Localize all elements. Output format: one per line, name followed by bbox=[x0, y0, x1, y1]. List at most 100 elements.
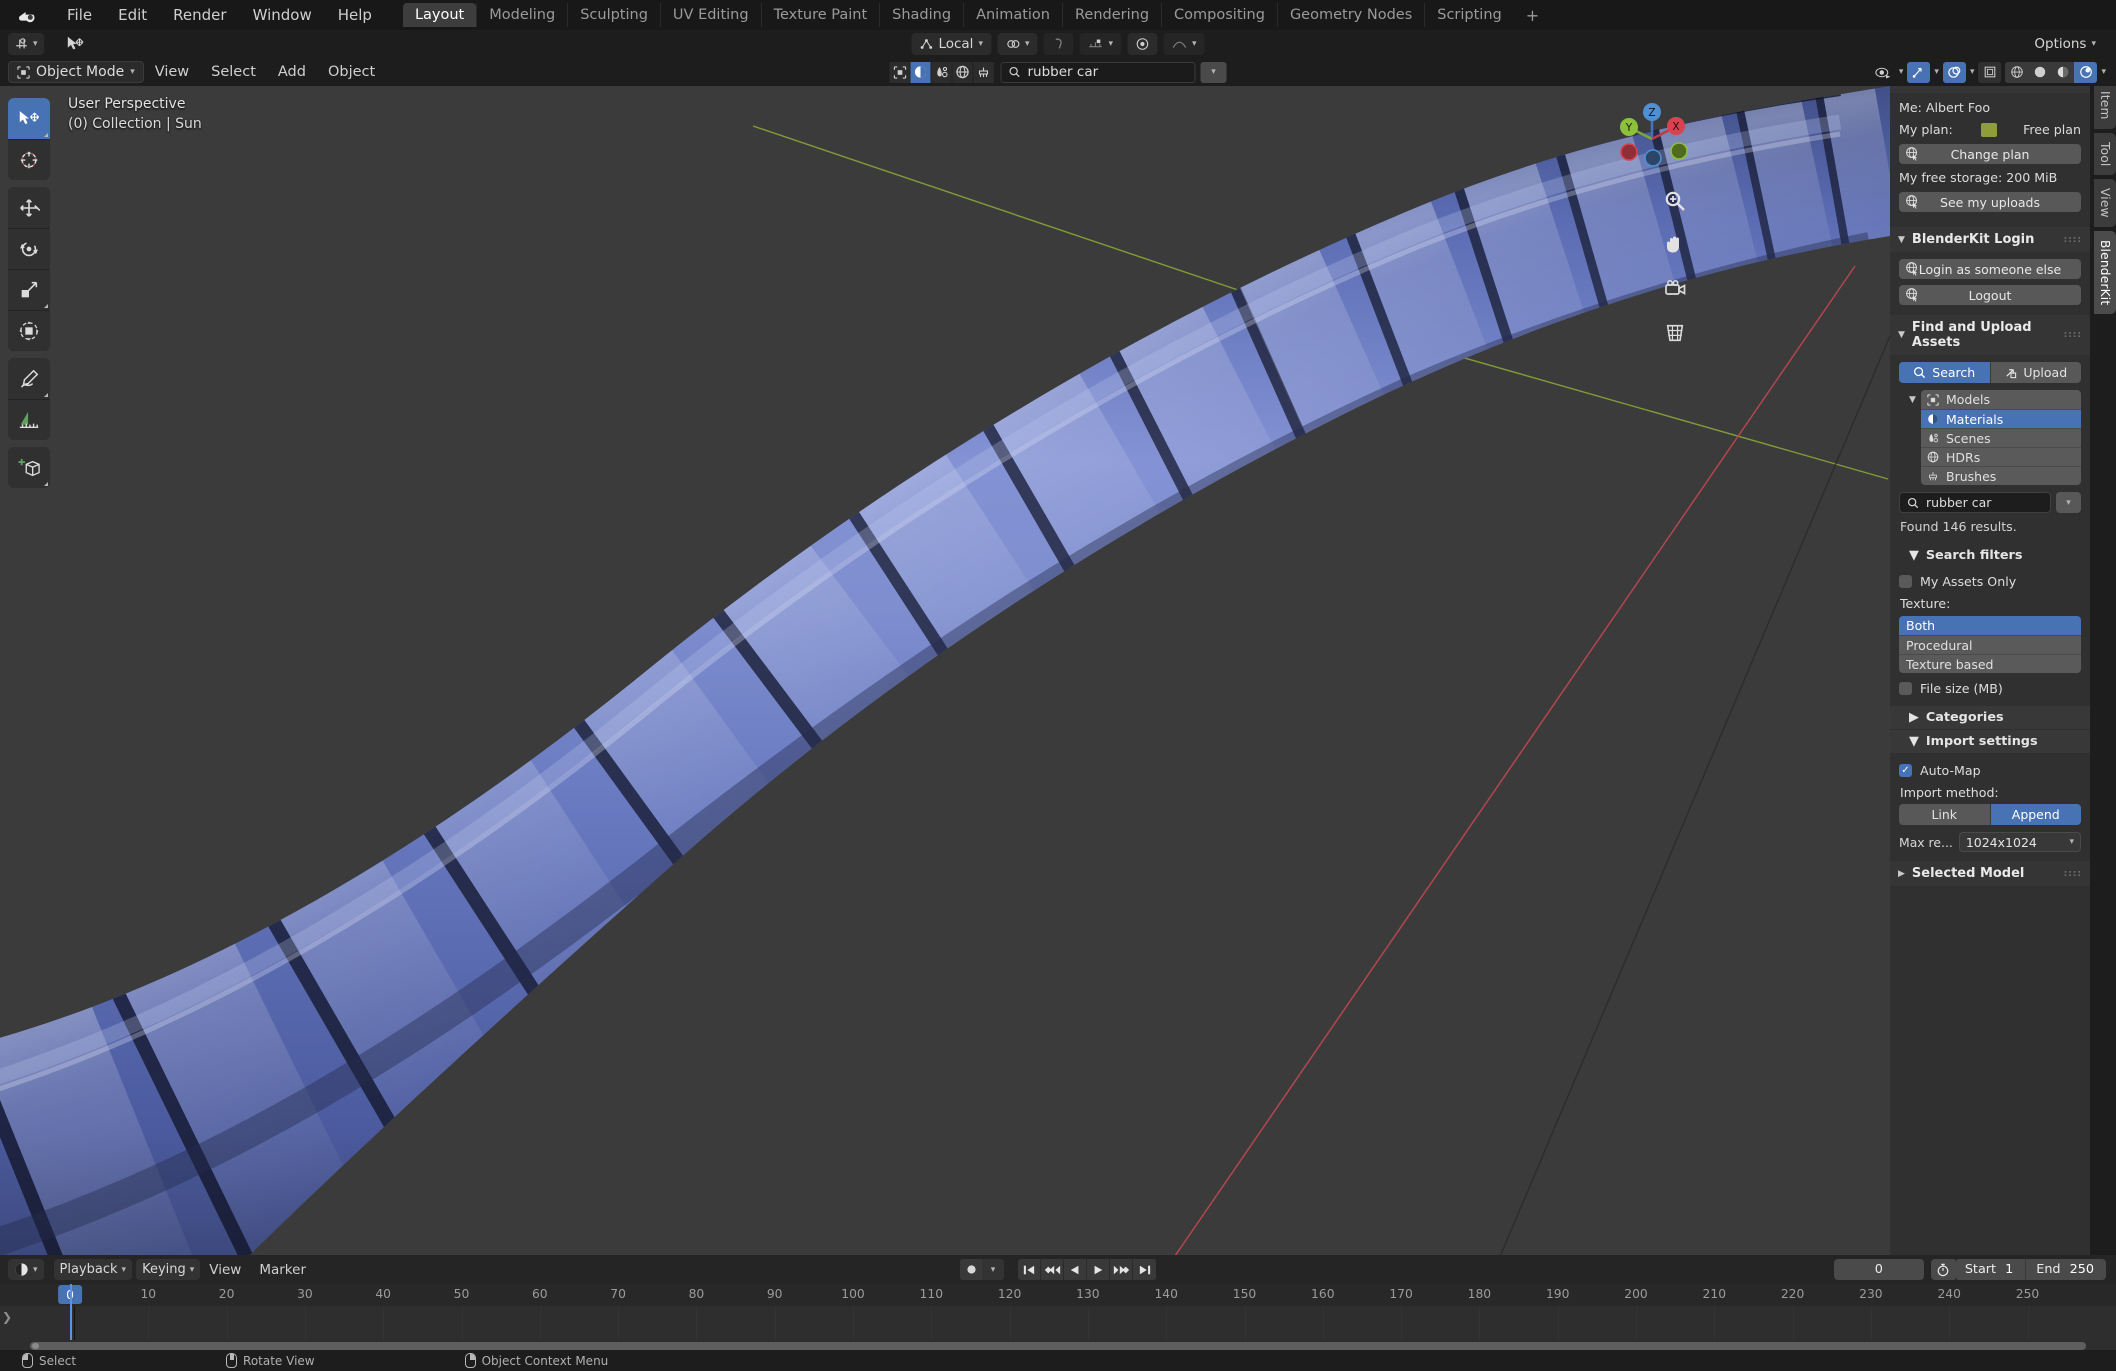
viewport-menu-select[interactable]: Select bbox=[200, 62, 267, 82]
import-method-link-button[interactable]: Link bbox=[1899, 804, 1990, 825]
camera-view-button[interactable] bbox=[1660, 274, 1690, 304]
asset-type-row-brushes[interactable]: Brushes bbox=[1921, 466, 2081, 485]
workspace-tab-shading[interactable]: Shading bbox=[879, 3, 963, 27]
toggle-perspective-button[interactable] bbox=[1660, 318, 1690, 348]
asset-type-row-hdrs[interactable]: HDRs bbox=[1921, 447, 2081, 466]
blender-logo-icon[interactable] bbox=[14, 4, 38, 26]
tool-annotate-button[interactable] bbox=[8, 358, 50, 399]
timeline-expand-arrow[interactable]: ❯ bbox=[2, 1310, 12, 1324]
import-method-append-button[interactable]: Append bbox=[1989, 804, 2081, 825]
sidebar-tab-tool[interactable]: Tool bbox=[2094, 132, 2116, 176]
blenderkit-search-input[interactable]: rubber car bbox=[1899, 492, 2051, 513]
menu-help[interactable]: Help bbox=[325, 3, 385, 27]
snap-target-select[interactable]: ▾ bbox=[996, 33, 1038, 55]
workspace-tab-rendering[interactable]: Rendering bbox=[1062, 3, 1161, 27]
current-frame-field[interactable]: 0 bbox=[1833, 1259, 1924, 1280]
play-reverse-button[interactable] bbox=[1064, 1259, 1087, 1280]
asset-type-hdrs-icon[interactable] bbox=[952, 61, 974, 83]
timeline-horizontal-scrollbar[interactable] bbox=[30, 1342, 2086, 1350]
tab-search-button[interactable]: Search bbox=[1899, 362, 1990, 383]
tool-transform-button[interactable] bbox=[8, 310, 50, 351]
triangle-down-icon[interactable]: ▼ bbox=[1909, 395, 1916, 405]
show-gizmo-toggle[interactable] bbox=[1907, 61, 1931, 83]
timeline-marker-menu[interactable]: Marker bbox=[250, 1260, 315, 1280]
viewport-options-button[interactable]: Options ▾ bbox=[2026, 33, 2104, 55]
panel-header-find-and-upload-assets[interactable]: ▼ Find and Upload Assets :::: bbox=[1890, 315, 2090, 355]
proportional-edit-select[interactable]: ▾ bbox=[1079, 33, 1122, 55]
end-frame-value[interactable]: 250 bbox=[2070, 1262, 2106, 1277]
asset-type-row-scenes[interactable]: Scenes bbox=[1921, 428, 2081, 447]
logout-button[interactable]: Logout bbox=[1899, 285, 2081, 305]
search-history-dropdown[interactable]: ▾ bbox=[2056, 492, 2081, 513]
blenderkit-header-dropdown[interactable]: ▾ bbox=[1200, 61, 1227, 83]
tool-move-button[interactable] bbox=[8, 187, 50, 228]
shading-rendered-button[interactable] bbox=[2074, 61, 2098, 83]
jump-to-next-keyframe-button[interactable] bbox=[1110, 1259, 1133, 1280]
workspace-tab-texture-paint[interactable]: Texture Paint bbox=[760, 3, 880, 27]
blenderkit-header-search-input[interactable]: rubber car bbox=[1000, 61, 1196, 83]
shading-solid-button[interactable] bbox=[2028, 61, 2052, 83]
scrollbar-handle-left[interactable] bbox=[32, 1343, 39, 1349]
3d-viewport[interactable]: User Perspective (0) Collection | Sun Z … bbox=[0, 86, 1890, 1255]
timeline-view-menu[interactable]: View bbox=[200, 1260, 250, 1280]
search-filters-header[interactable]: ▼ Search filters bbox=[1899, 544, 2081, 567]
jump-to-start-button[interactable] bbox=[1018, 1259, 1041, 1280]
asset-type-row-models[interactable]: Models bbox=[1921, 390, 2081, 409]
chevron-down-icon[interactable]: ▾ bbox=[1970, 67, 1975, 77]
shading-wireframe-button[interactable] bbox=[2005, 61, 2029, 83]
timeline-playhead[interactable] bbox=[70, 1284, 72, 1340]
chevron-down-icon[interactable]: ▾ bbox=[1934, 67, 1939, 77]
menu-render[interactable]: Render bbox=[160, 3, 239, 27]
tool-scale-button[interactable] bbox=[8, 269, 50, 310]
add-workspace-button[interactable]: + bbox=[1514, 3, 1551, 28]
tool-measure-button[interactable] bbox=[8, 399, 50, 440]
viewport-menu-view[interactable]: View bbox=[144, 62, 200, 82]
timeline-keying-menu[interactable]: Keying ▾ bbox=[136, 1259, 201, 1280]
menu-file[interactable]: File bbox=[54, 3, 105, 27]
asset-type-brushes-icon[interactable] bbox=[973, 61, 995, 83]
timeline-playback-menu[interactable]: Playback ▾ bbox=[53, 1259, 133, 1280]
menu-window[interactable]: Window bbox=[240, 3, 325, 27]
my-assets-only-checkbox[interactable]: My Assets Only bbox=[1899, 574, 2081, 589]
visibility-dropdown[interactable] bbox=[1872, 62, 1895, 83]
panel-header-blenderkit-login[interactable]: ▼ BlenderKit Login :::: bbox=[1890, 227, 2090, 252]
timeline-ruler[interactable]: 0102030405060708090100110120130140150160… bbox=[0, 1284, 2116, 1306]
sidebar-tab-view[interactable]: View bbox=[2094, 179, 2116, 227]
tool-tweak-button[interactable] bbox=[8, 98, 50, 139]
workspace-tab-modeling[interactable]: Modeling bbox=[476, 3, 567, 27]
workspace-tab-sculpting[interactable]: Sculpting bbox=[567, 3, 660, 27]
chevron-down-icon[interactable]: ▾ bbox=[2101, 67, 2106, 77]
snap-toggle-button[interactable] bbox=[1043, 33, 1074, 55]
auto-map-checkbox[interactable]: ✓ Auto-Map bbox=[1899, 763, 2081, 778]
viewport-menu-object[interactable]: Object bbox=[317, 62, 386, 82]
start-frame-value[interactable]: 1 bbox=[2005, 1262, 2025, 1277]
workspace-tab-layout[interactable]: Layout bbox=[402, 3, 477, 27]
tool-rotate-button[interactable] bbox=[8, 228, 50, 269]
pivot-point-select[interactable] bbox=[1127, 33, 1158, 55]
menu-edit[interactable]: Edit bbox=[105, 3, 160, 27]
workspace-tab-compositing[interactable]: Compositing bbox=[1161, 3, 1277, 27]
categories-header[interactable]: ▶ Categories bbox=[1890, 706, 2090, 729]
texture-option-procedural[interactable]: Procedural bbox=[1899, 635, 2081, 654]
play-button[interactable] bbox=[1087, 1259, 1110, 1280]
transform-orientation-select[interactable]: Local ▾ bbox=[911, 33, 991, 55]
tool-cursor-button[interactable] bbox=[8, 139, 50, 180]
texture-option-both[interactable]: Both bbox=[1899, 616, 2081, 635]
workspace-tab-uv-editing[interactable]: UV Editing bbox=[659, 3, 761, 27]
see-my-uploads-button[interactable]: See my uploads bbox=[1899, 192, 2081, 212]
zoom-view-button[interactable] bbox=[1660, 186, 1690, 216]
timeline-body[interactable] bbox=[0, 1284, 2116, 1350]
file-size-checkbox[interactable]: File size (MB) bbox=[1899, 681, 2081, 696]
change-plan-button[interactable]: Change plan bbox=[1899, 144, 2081, 164]
use-preview-range-button[interactable] bbox=[1930, 1259, 1955, 1280]
max-resolution-select[interactable]: 1024x1024 ▾ bbox=[1958, 832, 2081, 852]
xray-toggle[interactable] bbox=[1978, 61, 2002, 83]
workspace-tab-geometry-nodes[interactable]: Geometry Nodes bbox=[1276, 3, 1424, 27]
navigation-gizmo[interactable]: Z Y X bbox=[1609, 96, 1695, 182]
jump-to-end-button[interactable] bbox=[1133, 1259, 1156, 1280]
panel-header-selected-model[interactable]: ▶ Selected Model :::: bbox=[1890, 861, 2090, 886]
workspace-tab-scripting[interactable]: Scripting bbox=[1424, 3, 1513, 27]
chevron-down-icon[interactable]: ▾ bbox=[1899, 67, 1904, 77]
asset-type-models-icon[interactable] bbox=[889, 61, 911, 83]
import-settings-header[interactable]: ▼ Import settings bbox=[1890, 730, 2090, 753]
